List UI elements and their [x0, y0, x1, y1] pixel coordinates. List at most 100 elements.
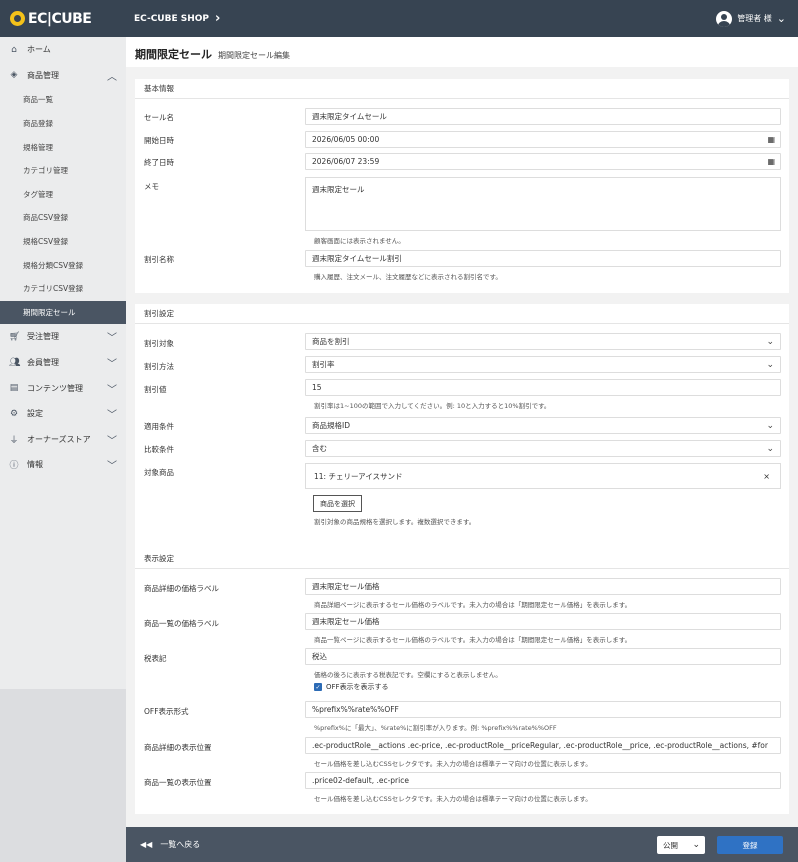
off-format-input[interactable]: %prefix%%rate%%OFF	[305, 701, 781, 718]
page-header: 期間限定セール 期間限定セール編集	[126, 37, 798, 67]
sidebar-sub-product-list[interactable]: 商品一覧	[0, 88, 126, 112]
sidebar-item-contents[interactable]: ▤ コンテンツ管理 ﹀	[0, 375, 126, 401]
chevron-down-icon: ﹀	[107, 384, 117, 396]
select-product-button[interactable]: 商品を選択	[313, 495, 362, 512]
calendar-icon[interactable]: ▦	[767, 157, 775, 166]
status-select[interactable]: 公開 ⌄	[657, 836, 705, 854]
sidebar-sub-category-csv[interactable]: カテゴリCSV登録	[0, 277, 126, 301]
end-date-label: 終了日時	[144, 158, 174, 167]
detail-position-value: .ec-productRole__actions .ec-price, .ec-…	[312, 741, 768, 750]
sidebar-sub-class-csv[interactable]: 規格CSV登録	[0, 230, 126, 254]
chevron-down-icon: ⌄	[766, 336, 774, 347]
detail-price-label-value: 週末限定セール価格	[312, 582, 380, 591]
user-avatar-icon	[716, 10, 733, 27]
main-content: 期間限定セール 期間限定セール編集 基本情報 セール名 週末限定タイムセール 開…	[126, 37, 798, 814]
discount-method-select[interactable]: 割引率 ⌄	[305, 356, 781, 373]
checkbox-checked-icon[interactable]: ✓	[314, 683, 322, 691]
sidebar-sub-product-csv[interactable]: 商品CSV登録	[0, 206, 126, 230]
start-date-input[interactable]: 2026/06/05 00:00 ▦	[305, 131, 781, 148]
back-to-list-link[interactable]: ◀◀ 一覧へ戻る	[140, 839, 200, 850]
list-position-input[interactable]: .price02-default, .ec-price	[305, 772, 781, 789]
shop-link[interactable]: EC-CUBE SHOP ›	[134, 11, 220, 26]
double-chevron-left-icon: ◀◀	[140, 840, 153, 849]
card-header: 基本情報	[135, 79, 789, 99]
off-display-label: OFF表示を表示する	[326, 683, 389, 691]
detail-position-input[interactable]: .ec-productRole__actions .ec-price, .ec-…	[305, 737, 781, 754]
sidebar-item-settings[interactable]: ⚙ 設定 ﹀	[0, 401, 126, 427]
sidebar-item-label: ホーム	[27, 45, 51, 55]
discount-value-input[interactable]: 15	[305, 379, 781, 396]
list-price-label-label: 商品一覧の価格ラベル	[144, 619, 219, 628]
sidebar-item-home[interactable]: ⌂ ホーム	[0, 37, 126, 63]
products-help: 割引対象の商品規格を選択します。複数選択できます。	[314, 518, 476, 526]
user-menu[interactable]: 管理者 様 ⌄	[716, 10, 786, 27]
condition-select[interactable]: 商品規格ID ⌄	[305, 417, 781, 434]
sidebar-item-customers[interactable]: 👥︎ 会員管理 ﹀	[0, 350, 126, 376]
discount-value-value: 15	[312, 383, 322, 392]
chevron-down-icon: ﹀	[107, 461, 117, 473]
shop-name: EC-CUBE SHOP	[134, 13, 210, 24]
memo-help: 顧客画面には表示されません。	[314, 237, 405, 245]
remove-icon[interactable]: ×	[763, 472, 770, 481]
chevron-down-icon: ﹀	[107, 359, 117, 371]
off-display-checkbox[interactable]: ✓ OFF表示を表示する	[314, 682, 389, 692]
sidebar-item-label: コンテンツ管理	[27, 383, 83, 393]
status-value: 公開	[663, 840, 678, 850]
page-subtitle: 期間限定セール編集	[218, 51, 290, 60]
sidebar-background	[0, 689, 126, 862]
list-price-label-input[interactable]: 週末限定セール価格	[305, 613, 781, 630]
sidebar-sub-category[interactable]: カテゴリ管理	[0, 159, 126, 183]
chevron-down-icon: ﹀	[107, 333, 117, 345]
compare-label: 比較条件	[144, 445, 174, 454]
detail-price-label-input[interactable]: 週末限定セール価格	[305, 578, 781, 595]
sidebar-sub-tag[interactable]: タグ管理	[0, 183, 126, 207]
list-price-label-help: 商品一覧ページに表示するセール価格のラベルです。未入力の場合は「期間限定セール価…	[314, 636, 632, 644]
logo[interactable]: EC|CUBE	[0, 11, 126, 27]
detail-price-label-label: 商品詳細の価格ラベル	[144, 584, 219, 593]
sidebar-item-owners-store[interactable]: ⏚ オーナーズストア ﹀	[0, 427, 126, 453]
page-title: 期間限定セール	[135, 48, 212, 61]
list-price-label-value: 週末限定セール価格	[312, 617, 380, 626]
sale-name-input[interactable]: 週末限定タイムセール	[305, 108, 781, 125]
chevron-down-icon: ⌄	[766, 359, 774, 370]
chevron-down-icon: ⌄	[692, 840, 700, 850]
tax-input[interactable]: 税込	[305, 648, 781, 665]
discount-target-select[interactable]: 商品を割引 ⌄	[305, 333, 781, 350]
memo-label: メモ	[144, 182, 159, 191]
discount-name-label: 割引名称	[144, 255, 174, 264]
memo-textarea[interactable]: 週末限定セール	[305, 177, 781, 231]
detail-price-label-help: 商品詳細ページに表示するセール価格のラベルです。未入力の場合は「期間限定セール価…	[314, 601, 632, 609]
sidebar-sub-limited-sale[interactable]: 期間限定セール	[0, 300, 126, 325]
cube-logo-icon	[10, 11, 25, 26]
compare-select[interactable]: 含む ⌄	[305, 440, 781, 457]
sidebar-sub-product-register[interactable]: 商品登録	[0, 112, 126, 136]
discount-name-input[interactable]: 週末限定タイムセール割引	[305, 250, 781, 267]
info-icon: ⓘ	[9, 461, 19, 472]
save-button[interactable]: 登録	[717, 836, 783, 854]
chevron-down-icon: ⌄	[766, 443, 774, 454]
sidebar-item-label: 情報	[27, 460, 43, 470]
users-icon: 👥︎	[9, 357, 21, 368]
discount-name-help: 購入履歴、注文メール、注文履歴などに表示される割引名です。	[314, 273, 502, 281]
sidebar-sub-class[interactable]: 規格管理	[0, 135, 126, 159]
condition-label: 適用条件	[144, 422, 174, 431]
sidebar-item-products[interactable]: ◈ 商品管理 ︿	[0, 63, 126, 89]
sidebar-item-label: オーナーズストア	[27, 434, 91, 444]
card-header: 割引設定	[135, 304, 789, 324]
sale-name-value: 週末限定タイムセール	[312, 112, 387, 121]
start-date-value: 2026/06/05 00:00	[312, 135, 380, 144]
display-settings-card: 表示設定 商品詳細の価格ラベル 週末限定セール価格 商品詳細ページに表示するセー…	[135, 549, 789, 814]
card-header: 表示設定	[135, 549, 789, 569]
sidebar-item-orders[interactable]: 🛒︎ 受注管理 ﹀	[0, 324, 126, 350]
end-date-input[interactable]: 2026/06/07 23:59 ▦	[305, 153, 781, 170]
sidebar-item-info[interactable]: ⓘ 情報 ﹀	[0, 452, 126, 478]
plug-icon: ⏚	[9, 435, 19, 446]
basic-info-card: 基本情報 セール名 週末限定タイムセール 開始日時 2026/06/05 00:…	[135, 79, 789, 293]
sidebar-sub-class-category-csv[interactable]: 規格分類CSV登録	[0, 253, 126, 277]
calendar-icon[interactable]: ▦	[767, 135, 775, 144]
compare-value: 含む	[312, 444, 327, 453]
product-chip: 11: チェリーアイスサンド	[314, 471, 403, 481]
tax-help: 価格の後ろに表示する税表記です。空欄にすると表示しません。	[314, 671, 502, 679]
home-icon: ⌂	[11, 44, 17, 55]
off-format-value: %prefix%%rate%%OFF	[312, 705, 399, 714]
